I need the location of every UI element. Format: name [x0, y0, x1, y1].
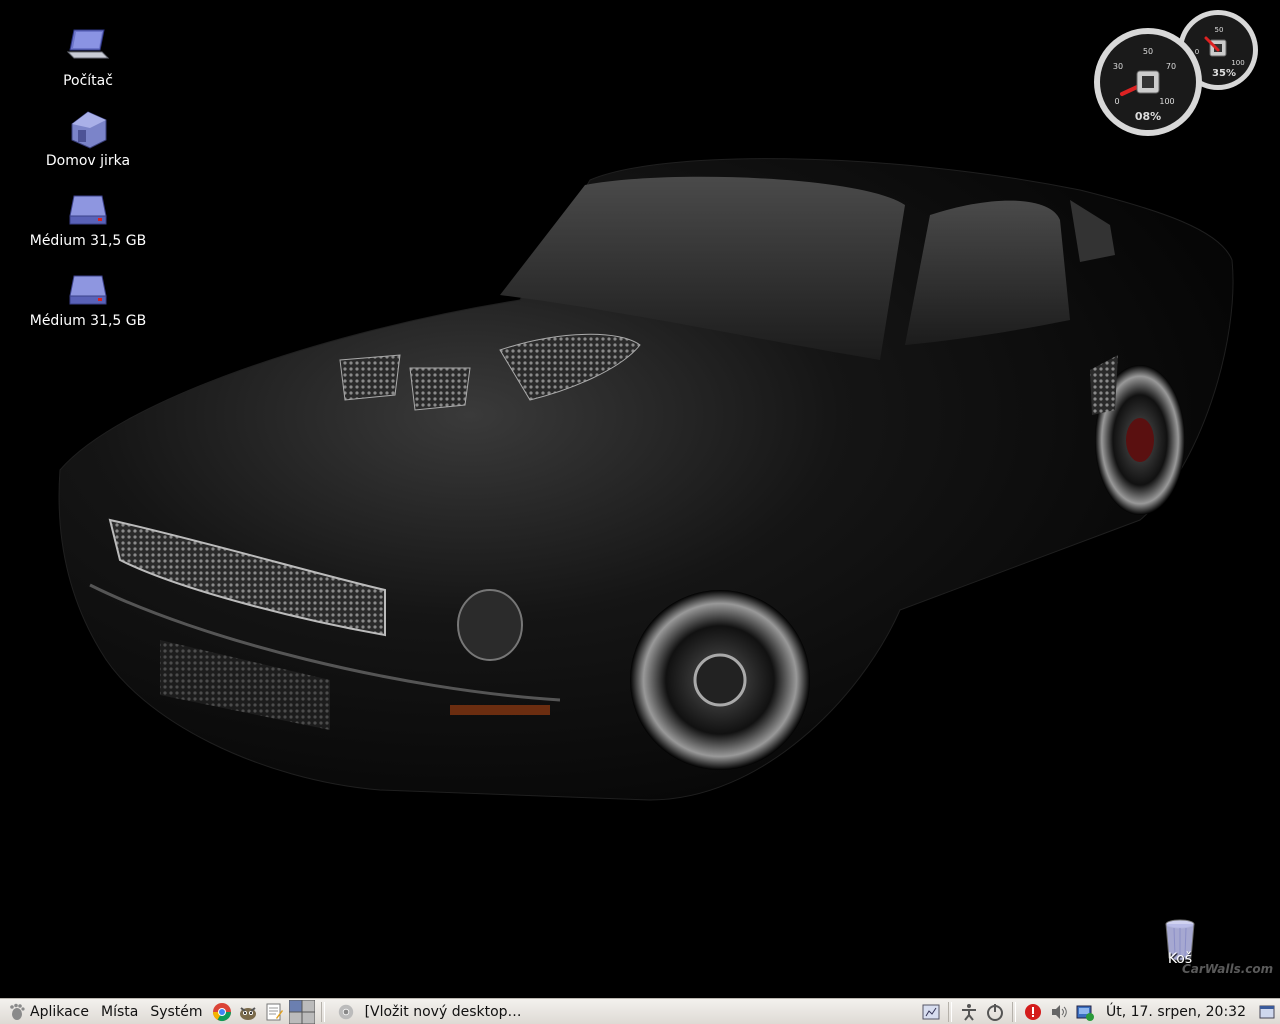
power-icon[interactable] [984, 1001, 1006, 1023]
system-menu-label: Systém [150, 1003, 203, 1020]
desktop-icon-home[interactable]: Domov jirka [18, 106, 158, 170]
desktop-icon-computer[interactable]: Počítač [18, 26, 158, 90]
alert-icon[interactable] [1022, 1001, 1044, 1023]
desktop-icon-label: Počítač [63, 73, 113, 89]
system-menu[interactable]: Systém [144, 1000, 208, 1024]
cpu-tick-0: 0 [1114, 97, 1119, 106]
panel-separator [320, 1001, 325, 1022]
cpu-percent: 08% [1135, 110, 1161, 123]
drive-icon [69, 195, 107, 225]
desktop-icon-drive-1[interactable]: Médium 31,5 GB [18, 186, 158, 250]
accessibility-icon[interactable] [958, 1001, 980, 1023]
show-desktop-icon[interactable] [1256, 1001, 1278, 1023]
memory-percent: 35% [1212, 68, 1236, 79]
desktop: Počítač Domov jirka Médium 31,5 GB Médiu… [0, 0, 1280, 998]
cpu-tick-30: 30 [1113, 62, 1123, 71]
volume-icon[interactable] [1048, 1001, 1070, 1023]
panel-separator [947, 1001, 952, 1022]
desktop-icon-label: Médium 31,5 GB [29, 233, 147, 249]
desktop-icon-label: Médium 31,5 GB [29, 313, 147, 329]
taskbar-window-title: [Vložit nový desktop… [364, 1003, 522, 1020]
workspace-switcher-icon[interactable] [288, 999, 315, 1024]
cpu-tick-70: 70 [1166, 62, 1176, 71]
text-editor-icon[interactable] [263, 1001, 285, 1023]
panel-separator [1011, 1001, 1016, 1022]
network-icon[interactable] [920, 1001, 942, 1023]
home-folder-icon [71, 111, 107, 149]
places-menu[interactable]: Místa [95, 1000, 144, 1024]
computer-icon [66, 29, 110, 59]
wallpaper-watermark: CarWalls.com [1182, 962, 1274, 976]
cpu-tick-100: 100 [1159, 97, 1174, 106]
chrome-icon[interactable] [211, 1001, 233, 1023]
clock[interactable]: Út, 17. srpen, 20:32 [1098, 1004, 1254, 1020]
drive-icon [69, 275, 107, 305]
applications-menu[interactable]: Aplikace [0, 1000, 95, 1024]
gimp-icon[interactable] [237, 1001, 259, 1023]
bottom-panel: Aplikace Místa Systém [Vložit nový deskt… [0, 998, 1280, 1024]
applications-menu-label: Aplikace [30, 1003, 89, 1020]
desktop-icon-drive-2[interactable]: Médium 31,5 GB [18, 266, 158, 330]
car-wallpaper [58, 158, 1234, 801]
system-monitor-gauges: 50 0 100 35% 50 30 70 0 100 08% [1094, 10, 1258, 136]
chrome-icon [335, 1001, 357, 1023]
gnome-foot-icon [6, 1001, 28, 1023]
mem-tick-0: 0 [1195, 48, 1199, 56]
desktop-icon-trash[interactable]: Koš [1110, 918, 1250, 968]
cpu-tick-50: 50 [1143, 47, 1153, 56]
mem-tick-100: 100 [1231, 59, 1244, 67]
desktop-icon-label: Domov jirka [45, 153, 131, 169]
mem-tick-50: 50 [1215, 26, 1224, 34]
taskbar-window-button[interactable]: [Vložit nový desktop… [329, 1001, 889, 1023]
system-tray: Út, 17. srpen, 20:32 [918, 1000, 1280, 1024]
update-icon[interactable] [1074, 1001, 1096, 1023]
places-menu-label: Místa [101, 1003, 139, 1020]
cpu-gauge: 50 30 70 0 100 08% [1094, 28, 1202, 136]
